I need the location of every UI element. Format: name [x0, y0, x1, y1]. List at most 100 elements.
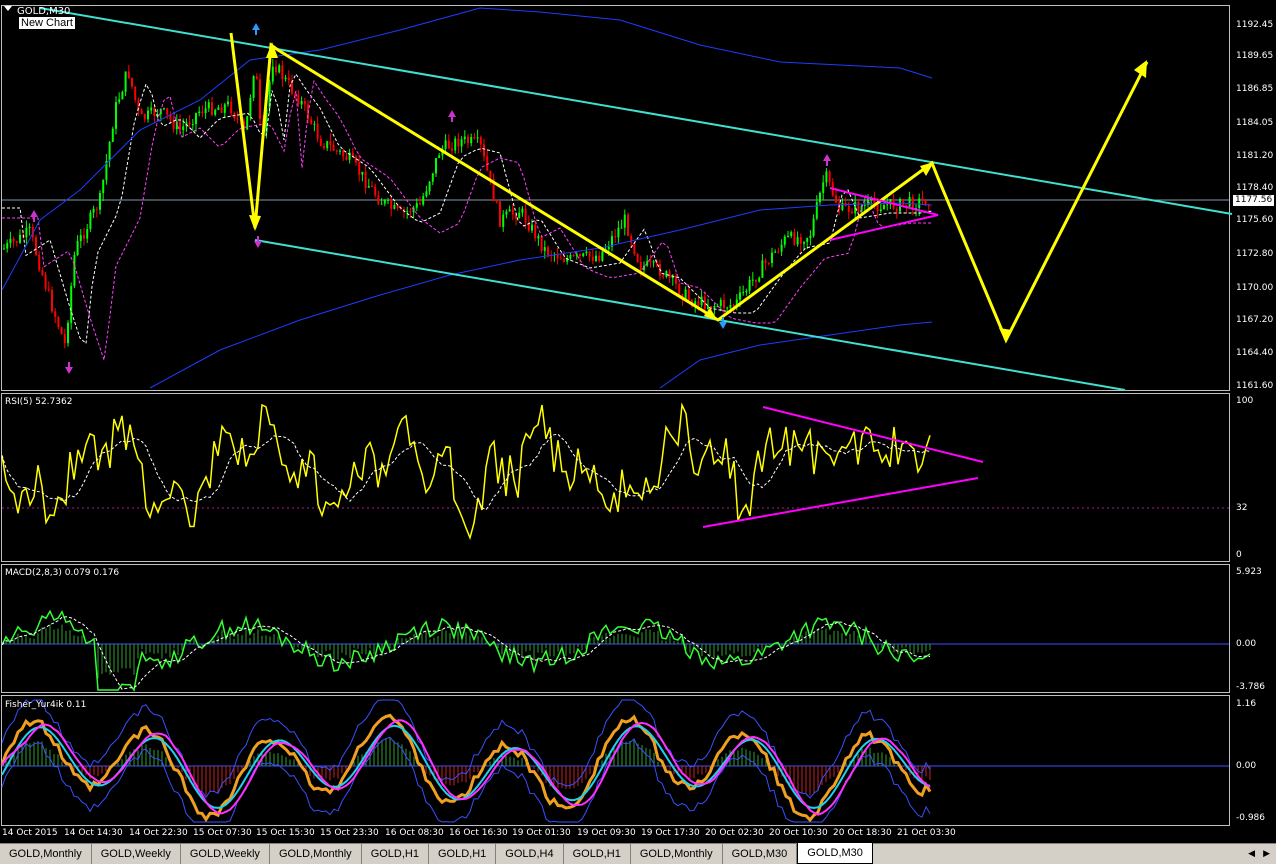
candle-body [636, 254, 639, 262]
candle-body [63, 334, 66, 344]
rsi-level-mid: 32 [1236, 503, 1248, 513]
fractal-up-arrow [254, 236, 262, 248]
candle-body [166, 108, 169, 115]
fractal-head [65, 367, 73, 374]
candle-body [806, 237, 809, 243]
tab-gold-h1-1[interactable]: GOLD,H1 [362, 844, 429, 864]
candle-body [227, 101, 229, 105]
fractal-head [252, 23, 260, 30]
candle-body [921, 198, 924, 201]
rsi-triangle-lower [702, 477, 979, 528]
candle-body [252, 76, 255, 98]
candle-body [47, 288, 50, 291]
candle-body [313, 123, 316, 125]
candle-body [483, 144, 485, 157]
candle-body [217, 107, 220, 110]
candle-body [377, 195, 380, 205]
macd-pane [1, 609, 1229, 692]
chart-tab-bar: GOLD,Monthly GOLD,Weekly GOLD,Weekly GOL… [0, 843, 1276, 864]
tab-gold-m30-active[interactable]: GOLD,M30 [797, 843, 873, 864]
candle-body [742, 292, 745, 294]
candle-body [323, 145, 325, 149]
candle-body [51, 290, 53, 312]
time-tick: 20 Oct 10:30 [769, 828, 828, 838]
candle-body [863, 204, 866, 206]
candle-body [572, 255, 575, 257]
candle-body [828, 171, 831, 183]
candle-body [767, 262, 770, 264]
candle-body [102, 179, 105, 194]
candle-body [486, 156, 489, 171]
candle-body [409, 210, 412, 213]
time-tick: 16 Oct 08:30 [385, 828, 444, 838]
time-tick: 15 Oct 07:30 [193, 828, 252, 838]
tab-gold-h1-3[interactable]: GOLD,H1 [564, 844, 631, 864]
candle-body [569, 255, 572, 259]
candle-body [201, 111, 204, 114]
candle-body [927, 205, 930, 207]
candle-body [447, 140, 450, 149]
candle-body [563, 258, 565, 262]
candle-body [230, 101, 233, 114]
candle-body [732, 305, 735, 307]
tab-gold-monthly-2[interactable]: GOLD,Monthly [270, 844, 362, 864]
price-tick: 1170.00 [1236, 283, 1274, 293]
price-tick: 1175.60 [1236, 215, 1274, 225]
candle-body [783, 236, 786, 245]
tab-gold-h1-2[interactable]: GOLD,H1 [429, 844, 497, 864]
candle-body [489, 170, 492, 179]
candle-body [419, 203, 421, 205]
price-chart-canvas[interactable] [0, 0, 1276, 843]
candle-body [662, 275, 665, 277]
fractal-down-arrow [252, 23, 260, 35]
candle-body [540, 235, 543, 251]
fisher-level-zero: 0.00 [1236, 761, 1257, 771]
candle-body [467, 136, 469, 144]
candle-body [614, 236, 617, 238]
time-tick: 21 Oct 03:30 [897, 828, 956, 838]
scroll-left-icon[interactable]: ◀ [1248, 849, 1255, 859]
candle-body [902, 198, 905, 205]
candle-body [339, 150, 341, 152]
candle-body [425, 191, 428, 197]
candle-body [214, 109, 217, 115]
candle-body [415, 203, 418, 208]
rsi-pane [1, 402, 1229, 541]
chart-menu-arrow-icon[interactable] [4, 6, 12, 11]
candle-body [652, 261, 655, 263]
candle-body [710, 306, 713, 308]
candle-body [575, 254, 578, 256]
scroll-right-icon[interactable]: ▶ [1263, 849, 1270, 859]
candle-body [633, 242, 636, 255]
candle-body [12, 238, 15, 242]
tab-gold-h4[interactable]: GOLD,H4 [496, 844, 564, 864]
candle-body [790, 232, 793, 236]
candle-body [195, 113, 197, 125]
candle-body [499, 201, 501, 227]
price-tick: 1181.20 [1236, 151, 1274, 161]
candle-body [287, 77, 290, 81]
projection-arrowhead-down [249, 215, 261, 231]
fisher-label: Fisher_Yur4ik 0.11 [5, 700, 87, 710]
time-tick: 16 Oct 16:30 [449, 828, 508, 838]
tab-gold-monthly-1[interactable]: GOLD,Monthly [0, 844, 92, 864]
candle-body [3, 248, 5, 250]
tab-gold-weekly-1[interactable]: GOLD,Weekly [92, 844, 181, 864]
current-price-badge: 1177.56 [1233, 195, 1275, 206]
candle-body [601, 251, 604, 261]
time-tick: 14 Oct 14:30 [64, 828, 123, 838]
candle-body [639, 261, 642, 271]
candle-body [473, 137, 476, 139]
tab-gold-monthly-3[interactable]: GOLD,Monthly [631, 844, 723, 864]
candle-body [329, 141, 332, 145]
candle-body [537, 235, 540, 239]
tab-gold-weekly-2[interactable]: GOLD,Weekly [181, 844, 270, 864]
channel-upper-line [39, 7, 1233, 215]
candle-body [835, 195, 837, 203]
candle-body [83, 235, 85, 239]
candle-body [729, 305, 732, 308]
candle-body [723, 299, 725, 308]
candle-body [460, 139, 463, 147]
tab-gold-m30-1[interactable]: GOLD,M30 [723, 844, 798, 864]
price-tick: 1161.60 [1236, 381, 1274, 391]
